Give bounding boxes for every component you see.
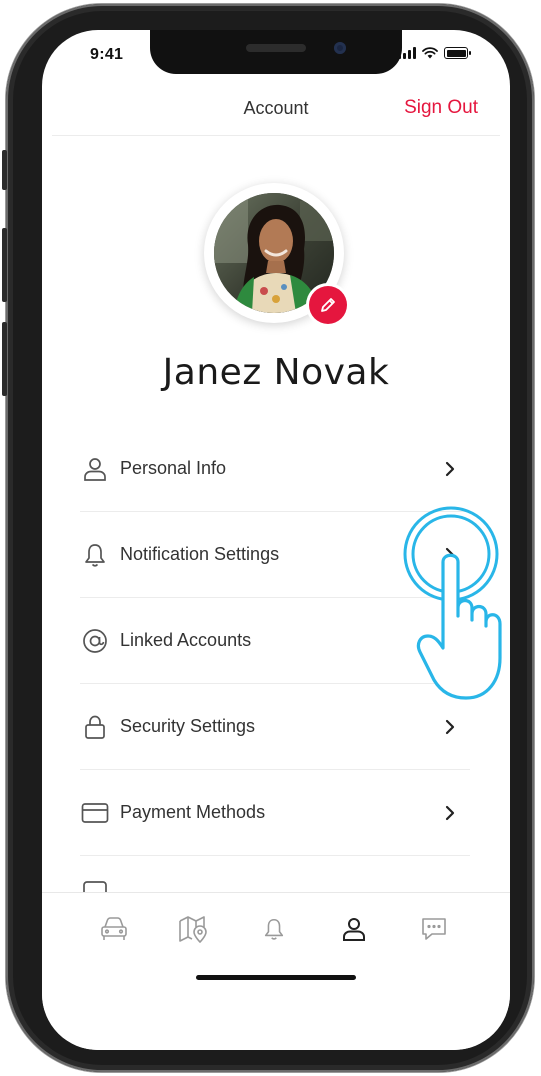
chevron-right-icon: [438, 715, 462, 739]
car-icon: [101, 917, 127, 940]
tab-notifications[interactable]: [256, 911, 292, 947]
notch: [150, 30, 402, 74]
status-time: 9:41: [90, 46, 124, 63]
menu-item-security-settings[interactable]: Security Settings: [80, 684, 470, 770]
sign-out-button[interactable]: Sign Out: [404, 97, 478, 119]
chevron-right-icon: [438, 801, 462, 825]
silent-switch: [2, 150, 7, 190]
menu-item-clipped[interactable]: [80, 856, 470, 896]
menu-item-notification-settings[interactable]: Notification Settings: [80, 512, 470, 598]
volume-down-button: [2, 322, 7, 396]
volume-up-button: [2, 228, 7, 302]
chevron-right-icon: [438, 457, 462, 481]
app-screen: 9:41 Account Sign Out Janez Novak Person…: [42, 30, 510, 1050]
chevron-right-icon: [438, 543, 462, 567]
bell-icon: [264, 918, 284, 940]
edit-avatar-button[interactable]: [309, 286, 347, 324]
home-indicator: [196, 975, 356, 980]
battery-icon: [444, 47, 471, 59]
map-pin-icon: [179, 916, 207, 943]
credit-card-icon: [80, 798, 110, 828]
menu-item-label: Personal Info: [120, 458, 227, 478]
pencil-icon: [321, 298, 335, 312]
menu-item-label: Security Settings: [120, 716, 256, 736]
menu-item-label: Notification Settings: [120, 544, 280, 564]
user-name: Janez Novak: [162, 352, 390, 393]
tab-vehicle[interactable]: [96, 911, 132, 947]
menu-item-label: Linked Accounts: [120, 630, 252, 650]
tab-messages[interactable]: [416, 911, 452, 947]
header: Account Sign Out: [42, 90, 510, 136]
status-icons: [398, 47, 471, 59]
speaker: [246, 44, 306, 52]
chat-icon: [422, 918, 446, 940]
at-sign-icon: [80, 626, 110, 656]
tab-map[interactable]: [176, 911, 212, 947]
header-divider: [52, 135, 500, 136]
tab-account[interactable]: [336, 911, 372, 947]
bell-icon: [80, 540, 110, 570]
lock-icon: [80, 712, 110, 742]
menu-item-payment-methods[interactable]: Payment Methods: [80, 770, 470, 856]
tab-bar: [42, 892, 510, 1050]
signal-icon: [398, 47, 416, 59]
wifi-icon: [422, 47, 438, 59]
menu-item-label: Payment Methods: [120, 802, 266, 822]
menu-item-linked-accounts[interactable]: Linked Accounts: [80, 598, 470, 684]
account-menu: Personal Info Notification Settings Link…: [80, 426, 470, 896]
person-icon: [343, 918, 365, 941]
menu-item-personal-info[interactable]: Personal Info: [80, 426, 470, 512]
front-camera: [334, 42, 346, 54]
person-icon: [80, 454, 110, 484]
